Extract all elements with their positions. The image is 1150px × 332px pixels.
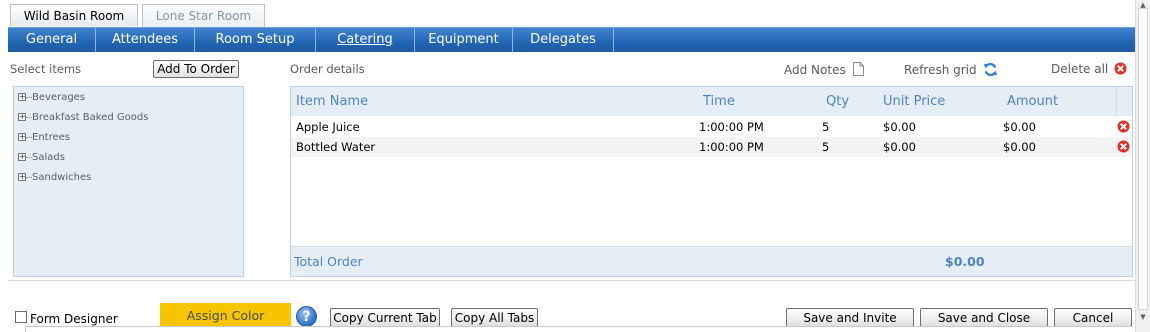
col-time[interactable]: Time — [703, 87, 735, 116]
expand-plus-icon[interactable]: + — [18, 93, 26, 101]
cell-item-name: Bottled Water — [296, 140, 376, 154]
add-notes-label: Add Notes — [784, 63, 846, 77]
cell-unit-price: $0.00 — [883, 140, 916, 154]
table-row[interactable]: Apple Juice 1:00:00 PM 5 $0.00 $0.00 — [291, 117, 1132, 137]
cell-item-name: Apple Juice — [296, 120, 360, 134]
refresh-icon — [984, 62, 998, 77]
select-items-label: Select items — [10, 62, 82, 76]
nav-equipment[interactable]: Equipment — [415, 28, 513, 52]
col-unit-price[interactable]: Unit Price — [883, 87, 945, 116]
add-notes-link[interactable]: Add Notes — [784, 62, 864, 77]
order-details-title: Order details — [290, 62, 365, 76]
col-qty[interactable]: Qty — [826, 87, 849, 116]
delete-row-icon[interactable] — [1117, 120, 1130, 133]
bottom-border — [25, 326, 1133, 332]
save-and-invite-button[interactable]: Save and Invite — [786, 308, 914, 327]
delete-all-link[interactable]: Delete all — [1051, 62, 1127, 76]
grid-header: Item Name Time Qty Unit Price Amount — [291, 87, 1132, 116]
refresh-grid-link[interactable]: Refresh grid — [904, 62, 998, 77]
table-row[interactable]: Bottled Water 1:00:00 PM 5 $0.00 $0.00 — [291, 137, 1132, 157]
tab-label: Lone Star Room — [155, 9, 252, 23]
document-icon — [852, 62, 864, 76]
delete-x-icon — [1114, 62, 1127, 75]
form-designer-checkbox[interactable] — [15, 311, 27, 323]
nav-room-setup[interactable]: Room Setup — [195, 28, 316, 52]
refresh-grid-label: Refresh grid — [904, 63, 977, 77]
help-icon[interactable]: ? — [296, 306, 317, 327]
nav-delegates[interactable]: Delegates — [513, 28, 614, 52]
expand-plus-icon[interactable]: + — [18, 173, 26, 181]
vertical-scrollbar[interactable]: ▲ ▼ — [1135, 0, 1150, 332]
scroll-thumb[interactable] — [1138, 8, 1148, 310]
copy-all-tabs-button[interactable]: Copy All Tabs — [451, 308, 538, 327]
cell-amount: $0.00 — [1003, 140, 1036, 154]
tree-item-salads[interactable]: + Salads — [18, 150, 65, 166]
expand-plus-icon[interactable]: + — [18, 133, 26, 141]
cell-amount: $0.00 — [1003, 120, 1036, 134]
section-nav-bar: General Attendees Room Setup Catering Eq… — [8, 27, 1135, 52]
expand-plus-icon[interactable]: + — [18, 153, 26, 161]
expand-plus-icon[interactable]: + — [18, 113, 26, 121]
delete-all-label: Delete all — [1051, 62, 1109, 76]
catering-items-tree: + Beverages + Breakfast Baked Goods + Entre… — [13, 86, 244, 277]
nav-general[interactable]: General — [8, 28, 96, 52]
cell-qty: 5 — [822, 140, 830, 154]
order-grid: Item Name Time Qty Unit Price Amount App… — [290, 86, 1133, 277]
tree-item-breakfast-baked-goods[interactable]: + Breakfast Baked Goods — [18, 110, 148, 126]
tab-lone-star-room[interactable]: Lone Star Room — [142, 4, 265, 27]
scroll-down-icon[interactable]: ▼ — [1136, 312, 1150, 322]
tree-item-beverages[interactable]: + Beverages — [18, 90, 85, 106]
tree-item-sandwiches[interactable]: + Sandwiches — [18, 170, 91, 186]
delete-row-icon[interactable] — [1117, 140, 1130, 153]
nav-catering[interactable]: Catering — [316, 28, 415, 52]
cell-time: 1:00:00 PM — [699, 120, 764, 134]
total-order-label: Total Order — [294, 254, 363, 269]
col-item-name[interactable]: Item Name — [296, 87, 368, 116]
total-order-value: $0.00 — [945, 254, 985, 269]
add-to-order-button[interactable]: Add To Order — [153, 60, 239, 78]
col-amount[interactable]: Amount — [1007, 87, 1058, 116]
grid-footer: Total Order $0.00 — [291, 246, 1132, 276]
tree-item-entrees[interactable]: + Entrees — [18, 130, 70, 146]
nav-attendees[interactable]: Attendees — [96, 28, 195, 52]
tab-label: Wild Basin Room — [23, 9, 125, 23]
cell-qty: 5 — [822, 120, 830, 134]
tab-wild-basin-room[interactable]: Wild Basin Room — [10, 4, 138, 27]
divider — [8, 280, 1135, 281]
form-designer-label: Form Designer — [30, 312, 118, 326]
assign-color-button[interactable]: Assign Color — [160, 303, 291, 327]
save-and-close-button[interactable]: Save and Close — [920, 308, 1048, 327]
copy-current-tab-button[interactable]: Copy Current Tab — [330, 308, 440, 327]
cell-unit-price: $0.00 — [883, 120, 916, 134]
cell-time: 1:00:00 PM — [699, 140, 764, 154]
cancel-button[interactable]: Cancel — [1054, 308, 1132, 327]
